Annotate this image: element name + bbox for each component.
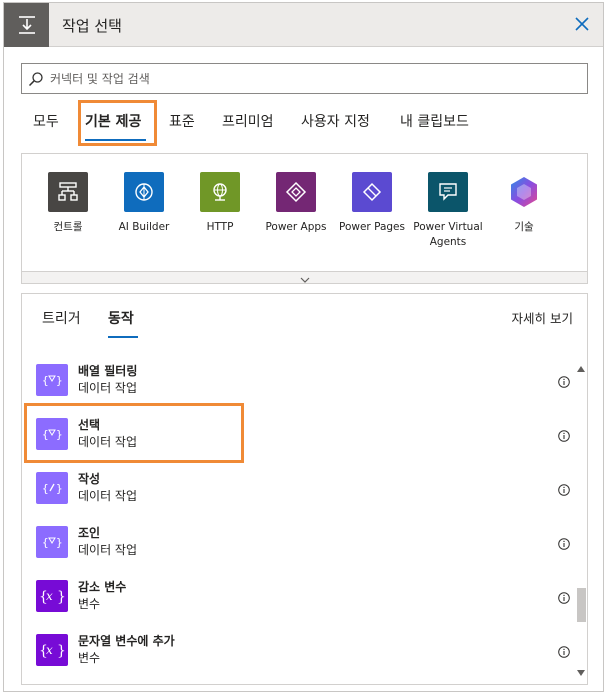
connector-power-apps[interactable]: Power Apps <box>253 172 339 235</box>
tab-selected-indicator <box>85 139 146 141</box>
http-globe-icon <box>200 172 240 212</box>
tab-my-clipboard[interactable]: 내 클립보드 <box>400 111 469 131</box>
svg-text:}: } <box>56 374 63 387</box>
control-icon <box>48 172 88 212</box>
connector-label: Power Virtual Agents <box>413 221 483 248</box>
search-input[interactable] <box>50 64 580 93</box>
operation-icon <box>4 3 49 47</box>
svg-text:}: } <box>57 643 65 659</box>
tab-premium[interactable]: 프리미엄 <box>222 111 274 131</box>
skills-icon <box>504 172 544 212</box>
tab-custom[interactable]: 사용자 지정 <box>301 111 370 131</box>
action-connector: 데이터 작업 <box>78 489 138 503</box>
action-connector: 변수 <box>78 597 101 611</box>
search-icon <box>28 71 44 91</box>
action-name: 조인 <box>78 526 101 540</box>
see-more-link[interactable]: 자세히 보기 <box>512 308 573 327</box>
connector-ai-builder[interactable]: AI Builder <box>101 172 187 235</box>
expand-connectors-button[interactable] <box>22 271 587 283</box>
variable-icon: {x} <box>36 580 68 612</box>
filter-array-icon: {} <box>36 364 68 396</box>
connector-label: 기술 <box>514 221 534 233</box>
chevron-down-icon <box>300 268 310 287</box>
tab-built-in[interactable]: 기본 제공 <box>85 111 141 131</box>
connector-label: Power Pages <box>339 221 405 233</box>
action-row-join[interactable]: {} 조인 데이터 작업 <box>32 518 570 570</box>
action-name: 배열 필터링 <box>78 364 138 378</box>
scrollbar-thumb[interactable] <box>577 588 586 622</box>
power-apps-icon <box>276 172 316 212</box>
action-connector: 데이터 작업 <box>78 381 138 395</box>
tab-triggers[interactable]: 트리거 <box>42 308 81 328</box>
action-connector: 데이터 작업 <box>78 543 138 557</box>
connector-power-pages[interactable]: Power Pages <box>329 172 415 235</box>
tab-standard[interactable]: 표준 <box>169 111 195 131</box>
ai-builder-icon <box>124 172 164 212</box>
info-icon[interactable] <box>558 643 570 658</box>
action-connector: 데이터 작업 <box>78 435 138 449</box>
action-connector: 변수 <box>78 651 101 665</box>
actions-scrollbar[interactable] <box>575 356 587 676</box>
action-name: 감소 변수 <box>78 580 127 594</box>
svg-text:{: { <box>42 482 49 495</box>
actions-panel: 트리거 동작 자세히 보기 {} 배열 필터링 데이터 작업 {} 선택 데이터… <box>21 293 588 685</box>
svg-text:x: x <box>46 589 53 603</box>
svg-text:{: { <box>42 536 49 549</box>
action-name: 작성 <box>78 472 101 486</box>
close-icon[interactable] <box>571 13 593 35</box>
choose-operation-panel: 작업 선택 모두 기본 제공 표준 프리미엄 사용자 지정 내 클립보드 <box>3 2 604 692</box>
info-icon[interactable] <box>558 427 570 442</box>
power-pages-icon <box>352 172 392 212</box>
svg-text:{: { <box>42 374 49 387</box>
connector-label: AI Builder <box>118 221 170 233</box>
panel-title: 작업 선택 <box>62 17 122 35</box>
connector-label: Power Apps <box>265 221 327 233</box>
svg-text:{: { <box>42 428 49 441</box>
connector-grid: 컨트롤 AI Builder HTTP Power Apps Power Pag… <box>21 153 588 284</box>
join-icon: {} <box>36 526 68 558</box>
action-row-select[interactable]: {} 선택 데이터 작업 <box>32 410 570 462</box>
connector-http[interactable]: HTTP <box>177 172 263 235</box>
select-icon: {} <box>36 418 68 450</box>
action-row-decrement-variable[interactable]: {x} 감소 변수 변수 <box>32 572 570 624</box>
action-row-filter-array[interactable]: {} 배열 필터링 데이터 작업 <box>32 356 570 408</box>
svg-text:}: } <box>56 482 63 495</box>
search-box <box>21 63 588 94</box>
info-icon[interactable] <box>558 373 570 388</box>
svg-text:}: } <box>56 428 63 441</box>
connector-label: HTTP <box>206 221 234 233</box>
tab-actions[interactable]: 동작 <box>108 308 134 328</box>
subtab-selected-indicator <box>108 336 138 338</box>
svg-text:}: } <box>56 536 63 549</box>
panel-header: 작업 선택 <box>4 3 603 47</box>
connector-power-virtual-agents[interactable]: Power Virtual Agents <box>405 172 491 250</box>
connector-control[interactable]: 컨트롤 <box>25 172 111 235</box>
power-virtual-agents-icon <box>428 172 468 212</box>
compose-icon: {} <box>36 472 68 504</box>
scroll-up-arrow-icon[interactable] <box>576 358 586 372</box>
action-row-append-to-string-variable[interactable]: {x} 문자열 변수에 추가 변수 <box>32 626 570 678</box>
variable-icon: {x} <box>36 634 68 666</box>
info-icon[interactable] <box>558 589 570 604</box>
connector-skills[interactable]: 기술 <box>481 172 567 235</box>
action-name: 문자열 변수에 추가 <box>78 634 175 648</box>
tab-all[interactable]: 모두 <box>33 111 59 131</box>
action-name: 선택 <box>78 418 101 432</box>
svg-text:}: } <box>57 589 65 605</box>
svg-text:x: x <box>46 643 53 657</box>
info-icon[interactable] <box>558 535 570 550</box>
scroll-down-arrow-icon[interactable] <box>576 662 586 676</box>
info-icon[interactable] <box>558 481 570 496</box>
connector-label: 컨트롤 <box>53 221 83 233</box>
action-row-compose[interactable]: {} 작성 데이터 작업 <box>32 464 570 516</box>
